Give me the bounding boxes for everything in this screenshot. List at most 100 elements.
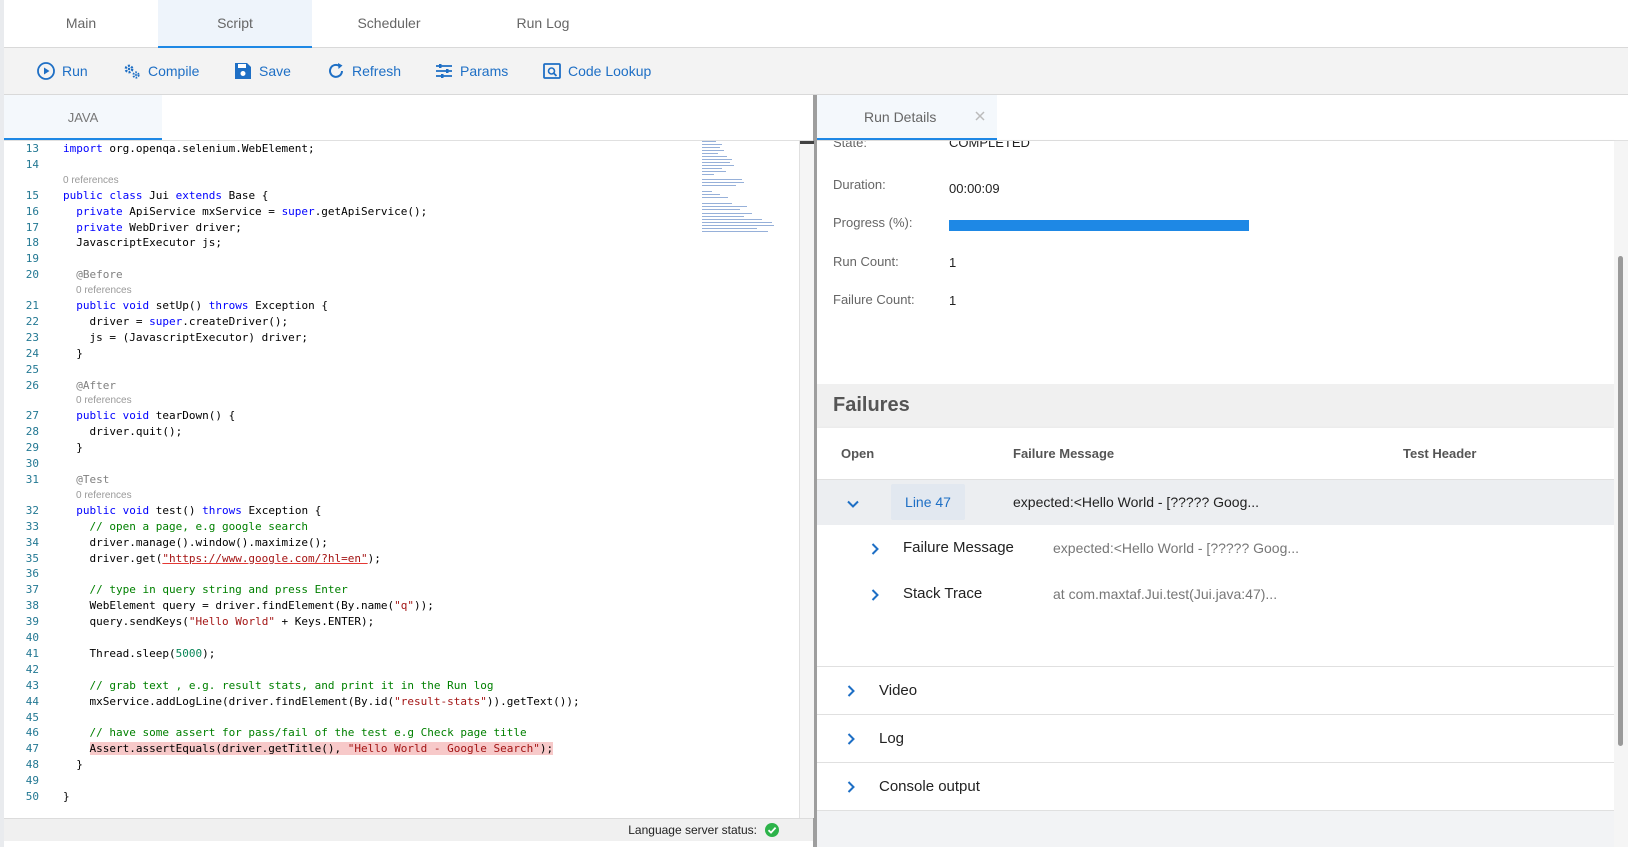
editor-scroll-thumb[interactable] bbox=[800, 141, 814, 144]
details-scroll-thumb[interactable] bbox=[1618, 256, 1623, 746]
code-line: 43 // grab text , e.g. result stats, and… bbox=[4, 678, 799, 694]
log-label: Log bbox=[879, 730, 905, 747]
line-number: 39 bbox=[25, 615, 39, 629]
editor-scrollbar[interactable] bbox=[799, 141, 814, 818]
code-text: // type in query string and press Enter bbox=[63, 583, 348, 597]
stack-trace-row[interactable]: Stack Trace at com.maxtaf.Jui.test(Jui.j… bbox=[817, 571, 1614, 617]
tab-java[interactable]: JAVA bbox=[4, 95, 162, 140]
code-line: 35 driver.get("https://www.google.com/?h… bbox=[4, 551, 799, 567]
code-line: 37 // type in query string and press Ent… bbox=[4, 582, 799, 598]
line-number: 38 bbox=[25, 599, 39, 613]
code-search-icon bbox=[543, 63, 561, 79]
video-panel[interactable]: Video bbox=[817, 667, 1614, 715]
code-line: 36 bbox=[4, 566, 799, 582]
progress-fill bbox=[949, 220, 1249, 231]
progress-bar bbox=[949, 220, 1249, 231]
line-number: 35 bbox=[25, 551, 39, 565]
code-line: 45 bbox=[4, 710, 799, 726]
line-number: 17 bbox=[25, 220, 39, 234]
spacer bbox=[817, 337, 1614, 384]
console-output-panel[interactable]: Console output bbox=[817, 763, 1614, 811]
tab-main[interactable]: Main bbox=[4, 0, 158, 47]
code-text: } bbox=[63, 789, 70, 803]
state-label: State: bbox=[833, 141, 867, 150]
chevron-down-icon[interactable] bbox=[845, 496, 861, 512]
line-number: 33 bbox=[25, 519, 39, 533]
failures-header: Failures bbox=[817, 384, 1614, 428]
code-lookup-label: Code Lookup bbox=[568, 63, 652, 79]
close-icon[interactable] bbox=[973, 109, 987, 123]
code-line: 38 WebElement query = driver.findElement… bbox=[4, 598, 799, 614]
code-line: 39 query.sendKeys("Hello World" + Keys.E… bbox=[4, 614, 799, 630]
code-text: } bbox=[63, 346, 83, 360]
line-number: 47 bbox=[25, 742, 39, 756]
code-editor[interactable]: 13 import org.openqa.selenium.WebElement;… bbox=[4, 141, 799, 818]
line-link-button[interactable]: Line 47 bbox=[891, 484, 965, 520]
run-details-pane: Run Details State: COMPLETED Duration: 0… bbox=[817, 95, 1628, 847]
chevron-right-icon[interactable] bbox=[843, 779, 859, 795]
failure-message-value: expected:<Hello World - [????? Goog... bbox=[1053, 540, 1300, 556]
language-server-status-label: Language server status: bbox=[628, 823, 757, 837]
line-number: 18 bbox=[25, 236, 39, 250]
tab-script[interactable]: Script bbox=[158, 0, 312, 48]
codelens-references[interactable]: 0 references bbox=[4, 173, 799, 188]
params-label: Params bbox=[460, 63, 509, 79]
chevron-right-icon[interactable] bbox=[843, 683, 859, 699]
failure-message-label: Failure Message bbox=[903, 539, 1014, 556]
code-line: 26 @After bbox=[4, 378, 799, 394]
tab-run-details-label: Run Details bbox=[864, 109, 937, 125]
log-panel[interactable]: Log bbox=[817, 715, 1614, 763]
code-text: Thread.sleep(5000); bbox=[63, 646, 216, 660]
code-text: import org.openqa.selenium.WebElement; bbox=[63, 142, 315, 155]
code-lookup-button[interactable]: Code Lookup bbox=[542, 48, 651, 94]
line-number: 48 bbox=[25, 758, 39, 772]
table-row[interactable]: Line 47 expected:<Hello World - [????? G… bbox=[817, 480, 1614, 525]
line-number: 44 bbox=[25, 694, 39, 708]
line-number: 21 bbox=[25, 299, 39, 313]
line-number: 37 bbox=[25, 583, 39, 597]
status-bar: Language server status: bbox=[4, 818, 813, 841]
codelens-references[interactable]: 0 references bbox=[4, 488, 799, 503]
col-failure-message: Failure Message bbox=[1013, 446, 1115, 461]
chevron-right-icon[interactable] bbox=[867, 541, 883, 557]
run-button[interactable]: Run bbox=[36, 48, 88, 94]
chevron-right-icon[interactable] bbox=[867, 587, 883, 603]
col-open: Open bbox=[841, 446, 875, 461]
code-line: 48 } bbox=[4, 757, 799, 773]
code-text: driver.manage().window().maximize(); bbox=[63, 535, 328, 549]
stack-trace-label: Stack Trace bbox=[903, 585, 983, 602]
code-line: 22 driver = super.createDriver(); bbox=[4, 314, 799, 330]
code-line: 18 JavascriptExecutor js; bbox=[4, 235, 799, 251]
codelens-references[interactable]: 0 references bbox=[4, 283, 799, 298]
failure-message-preview: expected:<Hello World - [????? Goog... bbox=[1013, 494, 1260, 510]
chevron-right-icon[interactable] bbox=[843, 731, 859, 747]
code-minimap[interactable] bbox=[702, 141, 782, 241]
details-scrollbar[interactable] bbox=[1614, 141, 1628, 847]
line-number: 27 bbox=[25, 409, 39, 423]
compile-button[interactable]: Compile bbox=[122, 48, 199, 94]
params-button[interactable]: Params bbox=[434, 48, 508, 94]
code-text: mxService.addLogLine(driver.findElement(… bbox=[63, 694, 580, 708]
code-line: 34 driver.manage().window().maximize(); bbox=[4, 535, 799, 551]
code-line: 28 driver.quit(); bbox=[4, 424, 799, 440]
save-label: Save bbox=[259, 63, 291, 79]
run-label: Run bbox=[62, 63, 88, 79]
codelens-references[interactable]: 0 references bbox=[4, 393, 799, 408]
code-line: 24 } bbox=[4, 346, 799, 362]
line-number: 40 bbox=[25, 631, 39, 645]
line-number: 36 bbox=[25, 567, 39, 581]
save-button[interactable]: Save bbox=[233, 48, 291, 94]
run-count-value: 1 bbox=[949, 255, 957, 270]
code-line: 25 bbox=[4, 362, 799, 378]
gears-icon bbox=[124, 64, 140, 79]
tab-run-log[interactable]: Run Log bbox=[466, 0, 620, 47]
refresh-button[interactable]: Refresh bbox=[326, 48, 401, 94]
run-details-card: State: COMPLETED Duration: 00:00:09 Prog… bbox=[817, 141, 1614, 337]
failure-message-row[interactable]: Failure Message expected:<Hello World - … bbox=[817, 525, 1614, 571]
tab-scheduler[interactable]: Scheduler bbox=[312, 0, 466, 47]
tab-run-details[interactable]: Run Details bbox=[817, 95, 997, 140]
line-number: 20 bbox=[25, 268, 39, 282]
code-text: public void test() throws Exception { bbox=[76, 503, 322, 517]
failures-title: Failures bbox=[833, 394, 910, 416]
line-number: 46 bbox=[25, 726, 39, 740]
